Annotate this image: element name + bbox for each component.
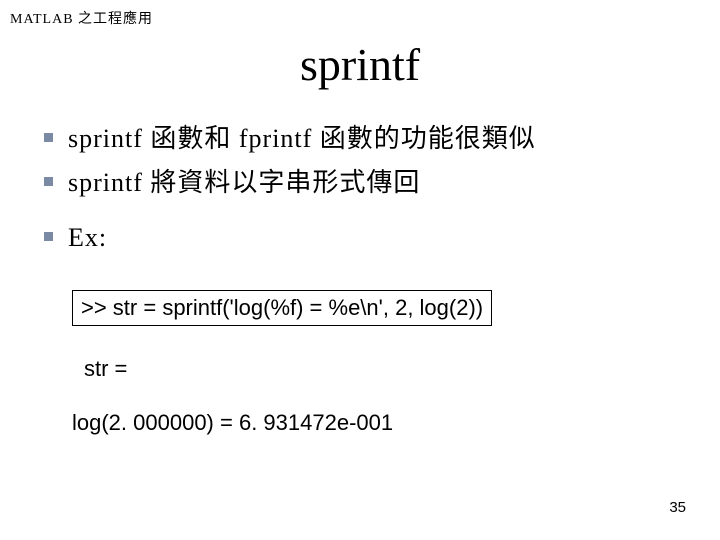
code-output-value: log(2. 000000) = 6. 931472e-001: [72, 410, 492, 436]
slide-title: sprintf: [0, 38, 720, 91]
slide-body: sprintf 函數和 fprintf 函數的功能很類似 sprintf 將資料…: [40, 120, 680, 263]
list-item: sprintf 將資料以字串形式傳回: [40, 164, 680, 202]
square-bullet-icon: [44, 133, 53, 142]
list-item: sprintf 函數和 fprintf 函數的功能很類似: [40, 120, 680, 158]
list-item: Ex:: [40, 219, 680, 257]
code-block: >> str = sprintf('log(%f) = %e\n', 2, lo…: [72, 290, 492, 436]
bullet-text: Ex:: [68, 223, 107, 252]
code-command: >> str = sprintf('log(%f) = %e\n', 2, lo…: [72, 290, 492, 326]
square-bullet-icon: [44, 177, 53, 186]
code-output-label: str =: [84, 356, 492, 382]
page-number: 35: [669, 499, 686, 516]
slide-header: MATLAB 之工程應用: [10, 8, 153, 28]
slide: MATLAB 之工程應用 sprintf sprintf 函數和 fprintf…: [0, 0, 720, 540]
square-bullet-icon: [44, 232, 53, 241]
bullet-list: sprintf 函數和 fprintf 函數的功能很類似 sprintf 將資料…: [40, 120, 680, 257]
bullet-text: sprintf 將資料以字串形式傳回: [68, 168, 420, 197]
bullet-text: sprintf 函數和 fprintf 函數的功能很類似: [68, 124, 536, 153]
